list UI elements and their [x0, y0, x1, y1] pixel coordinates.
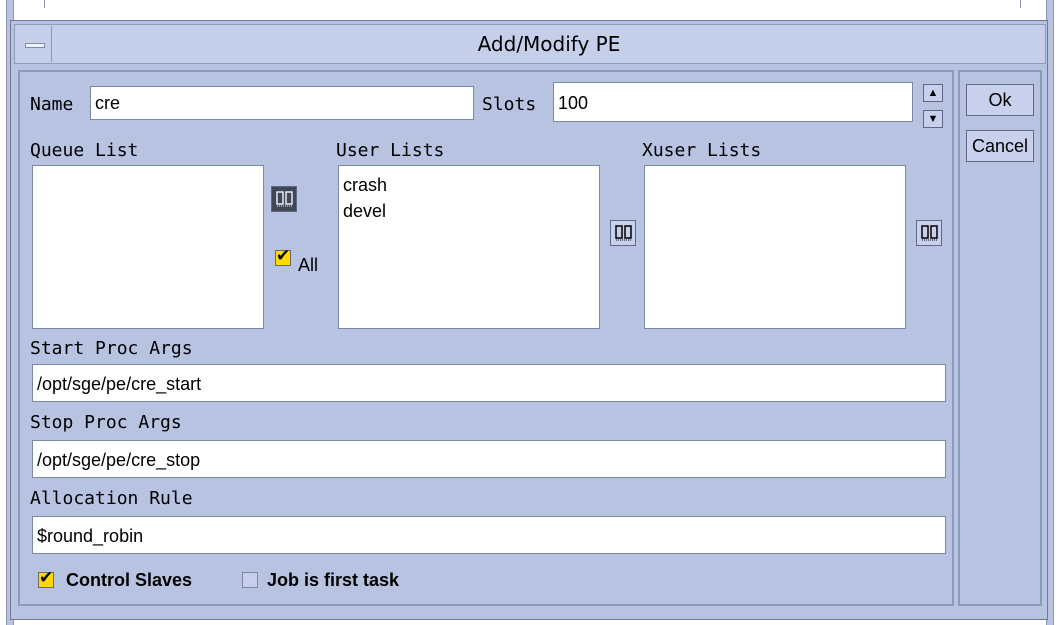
stop-proc-args-label: Stop Proc Args	[30, 412, 182, 433]
control-slaves-label: Control Slaves	[66, 570, 193, 590]
list-item[interactable]: crash	[343, 172, 595, 198]
slots-input[interactable]: 100	[553, 82, 913, 122]
divider	[1020, 0, 1021, 8]
name-input[interactable]: cre	[90, 86, 474, 120]
allocation-rule-label: Allocation Rule	[30, 488, 193, 509]
xuser-lists-label: Xuser Lists	[642, 140, 762, 161]
divider	[44, 0, 45, 8]
window-menu-icon[interactable]	[16, 26, 52, 62]
start-proc-args-label: Start Proc Args	[30, 338, 193, 359]
all-label: All	[298, 255, 319, 275]
name-label: Name	[30, 94, 74, 115]
queue-list[interactable]	[32, 165, 264, 329]
cancel-button[interactable]: Cancel	[966, 130, 1034, 162]
xuser-lists[interactable]	[644, 165, 906, 329]
job-first-task-label: Job is first task	[267, 570, 400, 590]
list-item[interactable]: devel	[343, 198, 595, 224]
user-lists-label: User Lists	[336, 140, 445, 161]
arrow-up-icon[interactable]: ▲	[923, 84, 943, 102]
list-select-icon[interactable]	[610, 220, 636, 246]
control-slaves-checkbox[interactable]	[38, 568, 54, 588]
window-title: Add/Modify PE	[477, 32, 621, 56]
slots-label: Slots	[482, 94, 537, 115]
job-first-task-checkbox[interactable]	[242, 572, 258, 588]
list-select-icon[interactable]	[271, 186, 297, 212]
arrow-down-icon[interactable]: ▼	[923, 110, 943, 128]
start-proc-args-input[interactable]: /opt/sge/pe/cre_start	[32, 364, 946, 402]
list-select-icon[interactable]	[916, 220, 942, 246]
stop-proc-args-input[interactable]: /opt/sge/pe/cre_stop	[32, 440, 946, 478]
ok-button[interactable]: Ok	[966, 84, 1034, 116]
queue-list-label: Queue List	[30, 140, 139, 161]
allocation-rule-input[interactable]: $round_robin	[32, 516, 946, 554]
user-lists[interactable]: crash devel	[338, 165, 600, 329]
screen: Add/Modify PE Name cre Slots 100 ▲ ▼ Que…	[0, 0, 1060, 625]
all-checkbox[interactable]	[275, 246, 291, 266]
title-bar[interactable]: Add/Modify PE	[14, 24, 1046, 64]
